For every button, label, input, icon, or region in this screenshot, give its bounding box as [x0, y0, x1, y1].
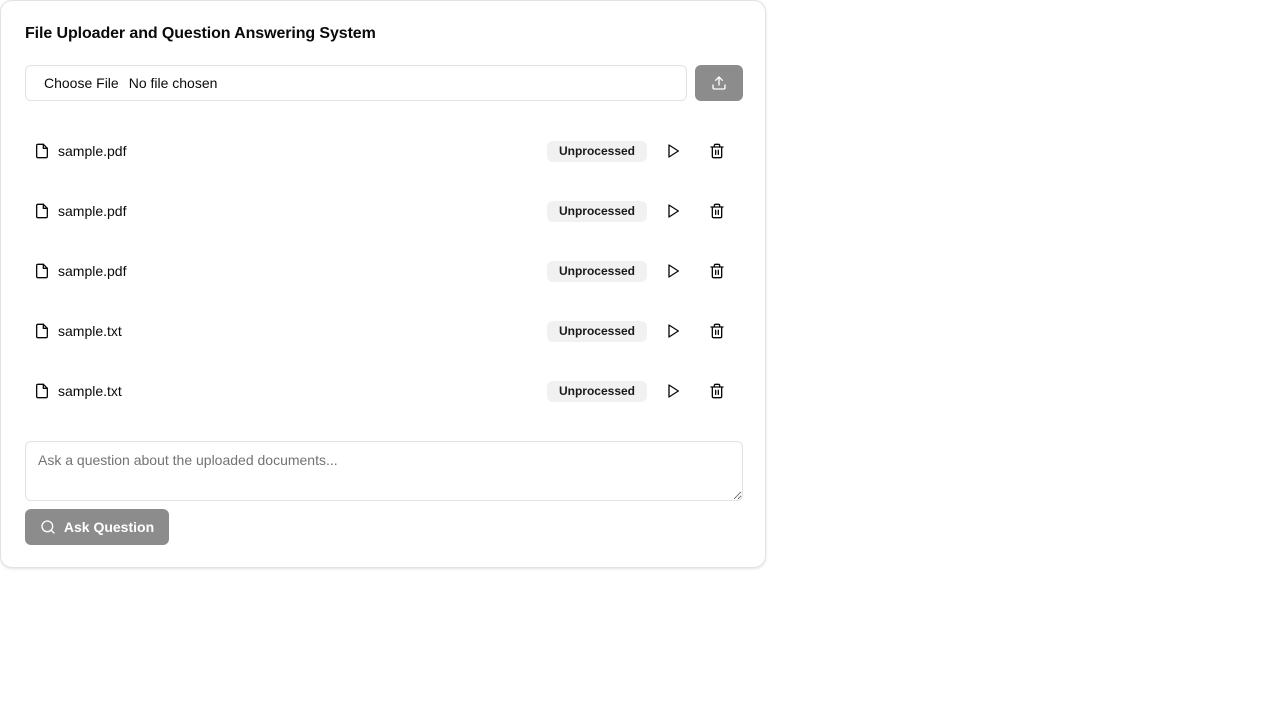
choose-file-button[interactable]: Choose File — [44, 75, 119, 91]
process-button[interactable] — [657, 315, 689, 347]
upload-button[interactable] — [695, 65, 743, 101]
file-status-label: No file chosen — [128, 75, 218, 91]
file-row: sample.txt Unprocessed — [25, 301, 743, 361]
trash-icon — [709, 203, 725, 219]
status-badge: Unprocessed — [547, 261, 647, 282]
delete-button[interactable] — [701, 315, 733, 347]
file-row: sample.pdf Unprocessed — [25, 121, 743, 181]
file-input[interactable]: Choose File No file chosen — [25, 65, 687, 101]
play-icon — [665, 263, 681, 279]
ask-question-label: Ask Question — [63, 519, 155, 535]
trash-icon — [709, 143, 725, 159]
question-input[interactable] — [25, 441, 743, 501]
file-icon — [34, 143, 50, 159]
file-row: sample.txt Unprocessed — [25, 361, 743, 421]
search-icon — [40, 519, 56, 535]
process-button[interactable] — [657, 375, 689, 407]
file-icon — [34, 323, 50, 339]
file-row: sample.pdf Unprocessed — [25, 241, 743, 301]
process-button[interactable] — [657, 255, 689, 287]
delete-button[interactable] — [701, 375, 733, 407]
status-badge: Unprocessed — [547, 141, 647, 162]
ask-question-button[interactable]: Ask Question — [25, 509, 169, 545]
page-title: File Uploader and Question Answering Sys… — [25, 25, 376, 42]
trash-icon — [709, 383, 725, 399]
file-icon — [34, 203, 50, 219]
file-name: sample.pdf — [58, 263, 127, 279]
main-card: File Uploader and Question Answering Sys… — [0, 0, 766, 568]
file-name: sample.pdf — [58, 203, 127, 219]
play-icon — [665, 203, 681, 219]
file-icon — [34, 383, 50, 399]
status-badge: Unprocessed — [547, 321, 647, 342]
file-name: sample.txt — [58, 323, 122, 339]
process-button[interactable] — [657, 135, 689, 167]
file-icon — [34, 263, 50, 279]
delete-button[interactable] — [701, 195, 733, 227]
play-icon — [665, 383, 681, 399]
upload-icon — [711, 75, 727, 91]
delete-button[interactable] — [701, 255, 733, 287]
status-badge: Unprocessed — [547, 381, 647, 402]
file-name: sample.pdf — [58, 143, 127, 159]
play-icon — [665, 323, 681, 339]
delete-button[interactable] — [701, 135, 733, 167]
file-row: sample.pdf Unprocessed — [25, 181, 743, 241]
play-icon — [665, 143, 681, 159]
status-badge: Unprocessed — [547, 201, 647, 222]
trash-icon — [709, 323, 725, 339]
trash-icon — [709, 263, 725, 279]
file-name: sample.txt — [58, 383, 122, 399]
file-list: sample.pdf Unprocessed sample.pdf Unproc… — [25, 121, 743, 421]
process-button[interactable] — [657, 195, 689, 227]
